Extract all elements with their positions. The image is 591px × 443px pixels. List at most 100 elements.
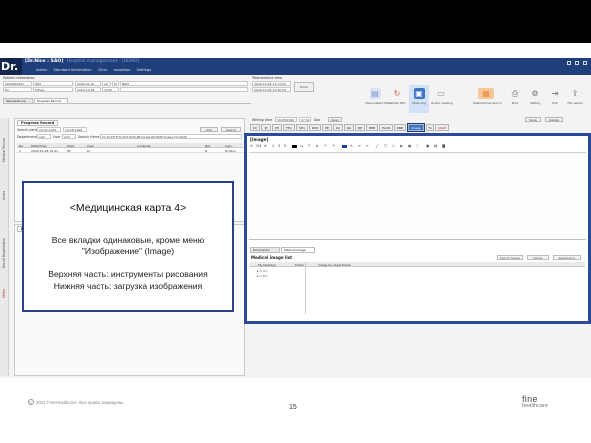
menu-admin[interactable]: Admin	[36, 68, 47, 72]
telemedicine-start-field[interactable]: 2020-10-28 13:11:02	[252, 81, 291, 86]
page-number: 15	[289, 404, 297, 411]
writing-hour-field[interactable]: 17:01	[299, 117, 311, 122]
telemedicine-launch-button[interactable]: ▦ Telemedicine launch	[473, 85, 502, 113]
tab-fhx[interactable]: FHx	[283, 124, 295, 131]
close-icon[interactable]	[583, 61, 587, 65]
refresh-button[interactable]: ↻ Refresh RTS	[387, 85, 407, 113]
arrow-tool-icon[interactable]: A	[316, 144, 318, 149]
telemedicine-done-button[interactable]: Done	[294, 82, 314, 92]
color-black-swatch[interactable]	[292, 145, 297, 148]
tree-item-d-drive[interactable]: ▸ ▭ D:\	[257, 274, 268, 279]
patient-room-field[interactable]: RV	[3, 87, 32, 92]
tab-tx[interactable]: Tx	[426, 124, 434, 131]
search-items-label: Search items	[78, 135, 100, 139]
highlighter-icon[interactable]: ✐	[358, 144, 361, 149]
text-tool-icon[interactable]: T	[308, 144, 310, 149]
delete-button[interactable]: Delete	[545, 117, 563, 122]
exit-button[interactable]: ⇥ Exit	[545, 85, 565, 113]
line-width-1[interactable]: 1	[272, 144, 274, 149]
search-items-field[interactable]: CC,PI,PH,FHx,SHx,ROS,PE,Dx,RA,RP,RMP,Ima…	[100, 134, 242, 139]
menu-clinic[interactable]: Clinic	[98, 68, 108, 72]
menu-settings[interactable]: Settings	[136, 68, 151, 72]
select-tool-icon[interactable]: ⬚	[416, 144, 419, 149]
add-button[interactable]: Add	[200, 127, 218, 132]
tab-plan[interactable]: PLAN	[379, 124, 393, 131]
maximize-icon[interactable]	[575, 61, 579, 65]
marker-icon[interactable]: ✏	[366, 144, 369, 149]
line-width-3[interactable]: 3	[278, 144, 280, 149]
save-button[interactable]: Save	[525, 117, 541, 122]
rect-tool-icon[interactable]: □	[384, 144, 387, 149]
menu-reception[interactable]: reception	[113, 68, 130, 72]
tab-image[interactable]: Image	[407, 123, 425, 132]
setting-button[interactable]: ⚙ Setting	[525, 85, 545, 113]
redo-icon[interactable]: ↷	[332, 144, 335, 149]
tab-ra[interactable]: RA	[344, 124, 354, 131]
circle-tool-icon[interactable]: ○	[392, 144, 395, 149]
tab-pi[interactable]: PI	[261, 124, 271, 131]
minimize-icon[interactable]	[567, 61, 571, 65]
app-title-text: [Dr.Nice : SAO]	[25, 59, 64, 64]
telemedicine-end-field[interactable]: 2020-10-28 13:46:59	[252, 87, 291, 92]
slide-top-bar	[0, 0, 591, 43]
date-from-field[interactable]: 10-04-2019	[37, 127, 61, 132]
patient-age-field[interactable]: 22	[102, 81, 111, 86]
clear-icon[interactable]: ▣	[426, 144, 429, 149]
open-button[interactable]: Open	[328, 117, 342, 122]
department-select[interactable]: (all)	[37, 134, 51, 139]
patient-name-field[interactable]: JDM	[33, 81, 73, 86]
setting-icon: ⚙	[531, 89, 539, 98]
tab-telemedicine[interactable]: Telemedicine	[3, 98, 33, 104]
tab-rmp-2[interactable]: RMP	[394, 124, 406, 131]
pen-icon[interactable]: ✎	[350, 144, 353, 149]
show-patient-file-button[interactable]: ▤ Show patient file	[365, 85, 389, 113]
patient-type-field[interactable]: NRM	[120, 81, 248, 86]
writing-time-field[interactable]: 10/28/2020	[275, 117, 297, 122]
patient-visit-code-field[interactable]: 1238	[102, 87, 119, 92]
tab-ros[interactable]: ROS	[309, 124, 321, 131]
zoom-in-icon[interactable]: ⊕	[264, 144, 267, 149]
patient-birth-field[interactable]: 2000-01-01	[75, 81, 101, 86]
patient-doctor-field[interactable]: SHSes	[33, 87, 73, 92]
tab-medical-image[interactable]: Medical Image	[281, 247, 315, 253]
patient-sex-field[interactable]: M	[112, 81, 119, 86]
file-upload-button[interactable]: ⇪ File upload	[565, 85, 585, 113]
import-images-button[interactable]: Import images	[497, 255, 523, 260]
app-subtitle: Hospital management · [DEMO]	[66, 59, 140, 64]
patient-id-field[interactable]: 0000000091	[3, 81, 32, 86]
patient-visit-date-field[interactable]: 2020-10-28	[75, 87, 101, 92]
save-image-icon[interactable]: ▤	[434, 144, 437, 149]
line-tool-icon[interactable]: ╱	[376, 144, 378, 149]
tab-soap[interactable]: SOAP	[435, 124, 449, 131]
online-meeting-button[interactable]: ▭ Online meeting	[431, 85, 453, 113]
tab-ph[interactable]: PH	[272, 124, 282, 131]
tab-rp[interactable]: RP	[355, 124, 365, 131]
show-image-button[interactable]: ▣ Show img	[409, 85, 429, 113]
drawing-canvas[interactable]	[249, 152, 586, 240]
search-button[interactable]: Search	[221, 127, 241, 132]
date-to-field[interactable]: 10-28-2020	[63, 127, 87, 132]
print-button[interactable]: ⎙ Print	[505, 85, 525, 113]
patient-note-field[interactable]	[120, 87, 248, 92]
tab-echocardio[interactable]: EchoCardio	[250, 247, 280, 253]
registration-button[interactable]: Registration	[553, 255, 581, 260]
user-select[interactable]: (all)	[62, 134, 76, 139]
undo-icon[interactable]: ↶	[324, 144, 327, 149]
grid-tool-icon[interactable]: ▦	[408, 144, 411, 149]
tab-pe[interactable]: PE	[322, 124, 332, 131]
tab-progress-record[interactable]: Progress Record	[34, 98, 68, 104]
delete-image-button[interactable]: Delete	[527, 255, 549, 260]
line-width-5[interactable]: 5	[284, 144, 286, 149]
menu-standard-information[interactable]: Standard information	[53, 68, 91, 72]
zoom-out-icon[interactable]: ⊖	[250, 144, 253, 149]
tab-shx[interactable]: SHx	[296, 124, 308, 131]
camera-icon[interactable]: ◙	[442, 144, 445, 149]
eraser-icon[interactable]: ▭	[300, 144, 303, 149]
fill-tool-icon[interactable]: ◐	[400, 144, 403, 149]
color-blue-swatch[interactable]	[342, 145, 347, 148]
tab-dx[interactable]: Dx	[333, 124, 343, 131]
tab-cc[interactable]: CC	[250, 124, 260, 131]
tab-rmp[interactable]: RMP	[366, 124, 378, 131]
table-row[interactable]: 1 2020-10-28 19:41 IM Dr N Dr.Nice	[17, 148, 243, 153]
explanation-callout: <Медицинская карта 4> Все вкладки одинак…	[22, 181, 234, 312]
